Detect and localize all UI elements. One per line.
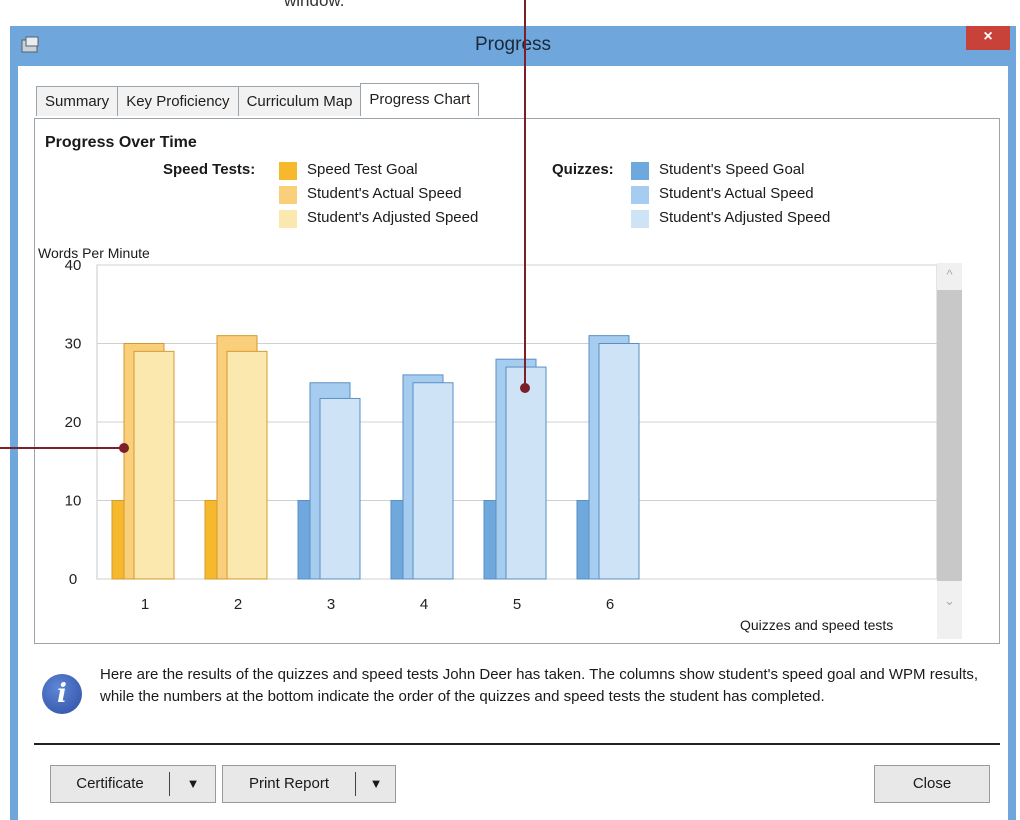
- window-client-area: Summary Key Proficiency Curriculum Map P…: [18, 66, 1008, 820]
- print-report-dropdown-icon[interactable]: ▼: [357, 766, 395, 802]
- y-tick-label: 20: [65, 414, 82, 431]
- bar-adjusted-speed: [598, 343, 640, 580]
- scroll-thumb[interactable]: [937, 290, 962, 581]
- progress-chart-panel: Progress Over Time Speed Tests: Speed Te…: [34, 118, 1000, 644]
- x-tick-label: 6: [606, 596, 614, 613]
- x-tick-label: 5: [513, 596, 521, 613]
- certificate-button[interactable]: Certificate: [51, 766, 169, 802]
- title-bar[interactable]: Progress ×: [10, 26, 1016, 66]
- certificate-split-button[interactable]: Certificate ▼: [50, 765, 216, 803]
- chart-vertical-scrollbar[interactable]: ^ ⌄: [937, 263, 962, 639]
- y-tick-label: 10: [65, 493, 82, 510]
- print-report-button[interactable]: Print Report: [223, 766, 355, 802]
- scroll-down-icon[interactable]: ⌄: [937, 589, 962, 613]
- info-text: Here are the results of the quizzes and …: [100, 666, 979, 705]
- y-tick-label: 40: [65, 257, 82, 274]
- close-window-button[interactable]: ×: [966, 26, 1010, 50]
- tab-strip: Summary Key Proficiency Curriculum Map P…: [36, 83, 480, 116]
- scroll-up-icon[interactable]: ^: [937, 263, 962, 287]
- bar-chart: 0 10 20 30 40 1 2 3 4 5 6: [65, 257, 938, 613]
- top-caption: window.: [284, 0, 345, 10]
- close-button[interactable]: Close: [874, 765, 990, 803]
- bar-adjusted-speed: [133, 350, 175, 580]
- info-panel: i Here are the results of the quizzes an…: [34, 654, 1000, 736]
- window-title: Progress: [474, 34, 552, 55]
- x-tick-label: 2: [234, 596, 242, 613]
- print-report-separator: [355, 772, 356, 796]
- tab-summary[interactable]: Summary: [36, 86, 119, 116]
- bar-adjusted-speed: [226, 350, 268, 580]
- footer-divider: [34, 743, 1000, 745]
- info-icon: i: [42, 674, 82, 714]
- tab-key-proficiency[interactable]: Key Proficiency: [117, 86, 239, 116]
- x-tick-label: 4: [420, 596, 428, 613]
- progress-window: Progress × Summary Key Proficiency Curri…: [10, 26, 1016, 820]
- bar-adjusted-speed: [412, 382, 454, 580]
- certificate-separator: [169, 772, 170, 796]
- x-tick-label: 3: [327, 596, 335, 613]
- print-report-split-button[interactable]: Print Report ▼: [222, 765, 396, 803]
- y-tick-label: 30: [65, 336, 82, 353]
- bar-adjusted-speed: [505, 366, 547, 580]
- tab-curriculum-map[interactable]: Curriculum Map: [237, 86, 362, 116]
- tab-progress-chart[interactable]: Progress Chart: [360, 83, 480, 116]
- x-axis-label: Quizzes and speed tests: [740, 617, 894, 633]
- y-tick-label: 0: [69, 571, 77, 588]
- bar-adjusted-speed: [319, 397, 361, 580]
- x-tick-label: 1: [141, 596, 149, 613]
- certificate-dropdown-icon[interactable]: ▼: [171, 766, 215, 802]
